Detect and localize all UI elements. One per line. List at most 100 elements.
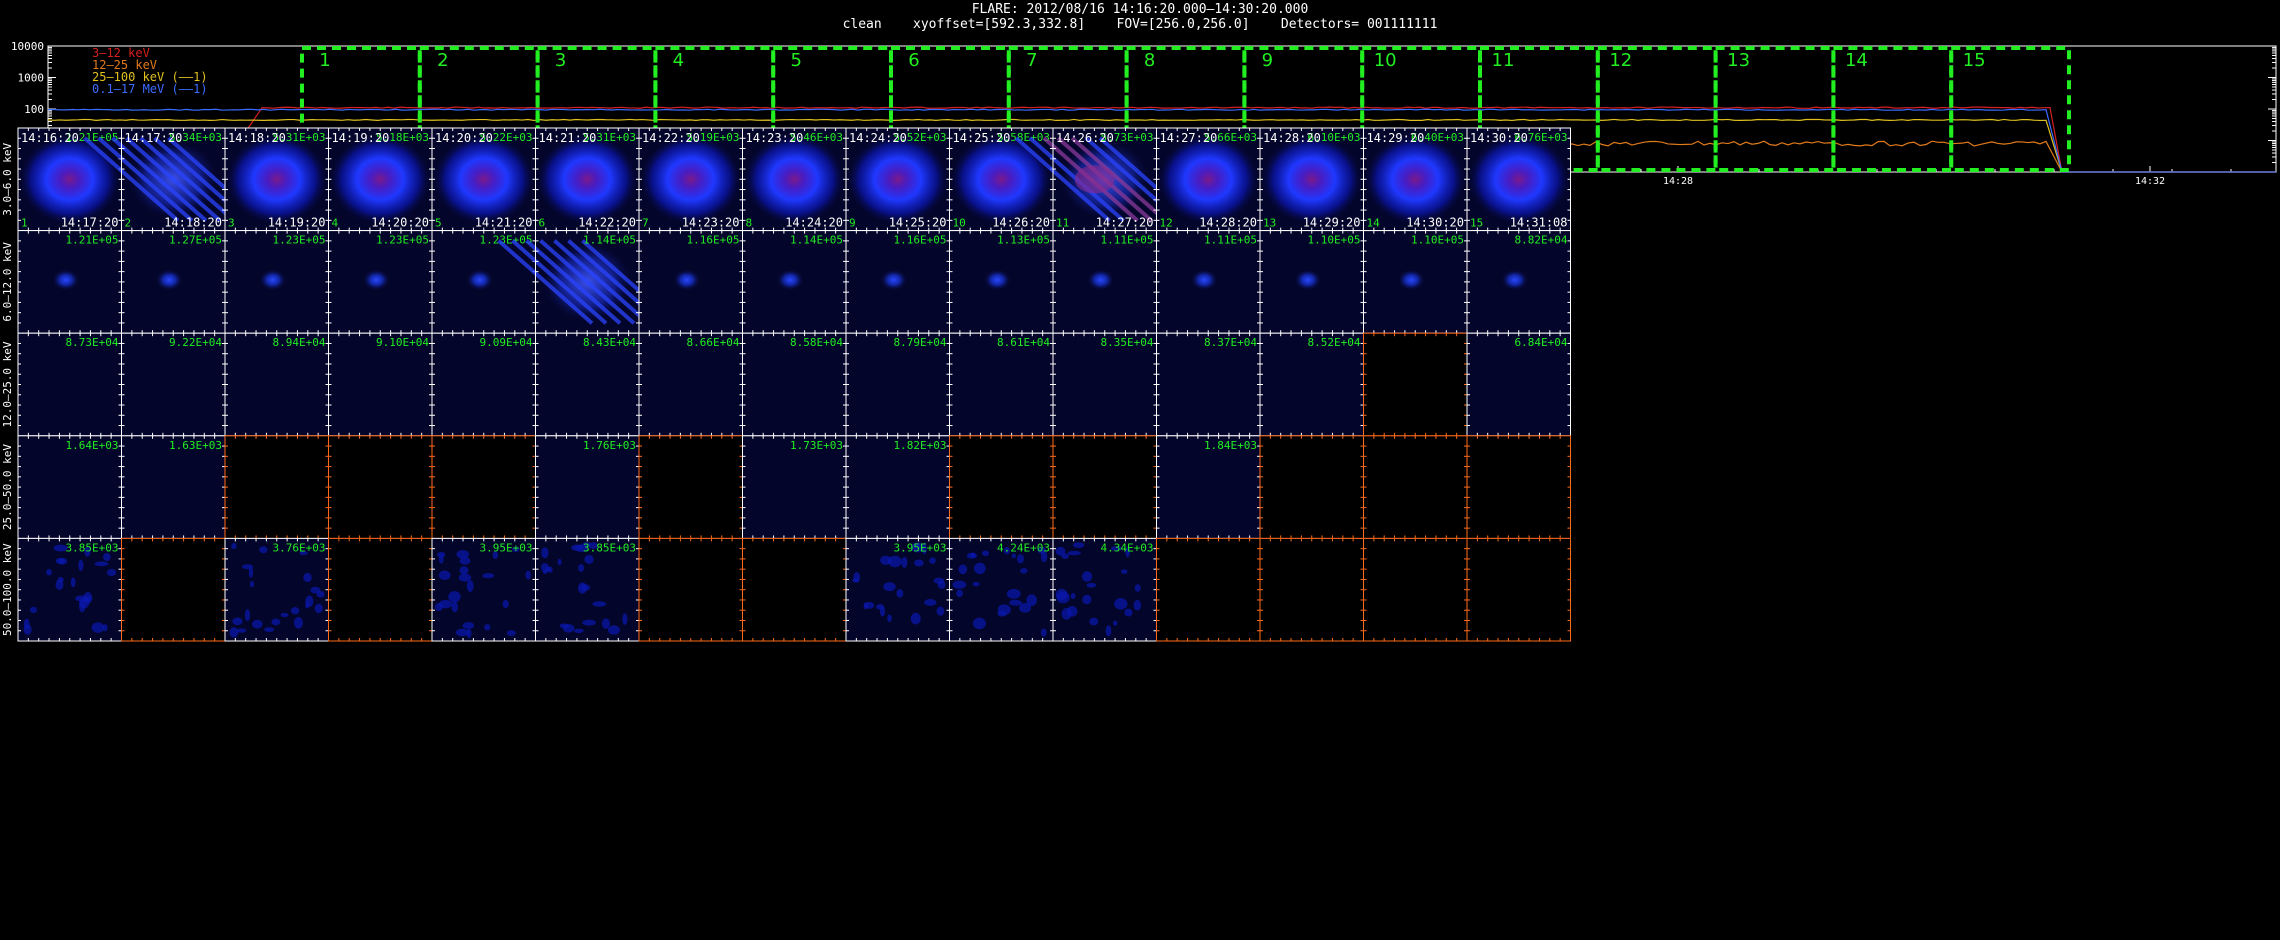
noise-speckle	[557, 558, 562, 566]
peak-value: 8.79E+04	[894, 336, 947, 349]
peak-value: 1.13E+05	[997, 234, 1050, 247]
noise-speckle	[229, 627, 239, 638]
noise-speckle	[601, 618, 610, 629]
peak-value: 1.16E+05	[894, 234, 947, 247]
noise-speckle	[607, 625, 620, 635]
peak-value: 1.64E+03	[66, 439, 119, 452]
interval-start-time: 14:21:20	[539, 131, 597, 145]
image-cell	[949, 435, 1054, 539]
image-cell	[1466, 435, 1571, 539]
source-emission	[155, 268, 184, 291]
peak-value: 9.22E+04	[169, 336, 222, 349]
image-cell	[1259, 537, 1364, 642]
noise-speckle	[973, 562, 986, 575]
interval-end-time: 14:20:20	[371, 216, 429, 230]
peak-value: 1.21E+05	[66, 234, 119, 247]
peak-value: 8.37E+04	[1204, 336, 1257, 349]
energy-band-label: 6.0–12.0 keV	[1, 242, 14, 322]
image-background	[1260, 538, 1364, 641]
noise-speckle	[290, 607, 300, 615]
noise-speckle	[1114, 597, 1128, 610]
interval-start-time: 14:28:20	[1263, 131, 1321, 145]
interval-index: 8	[746, 217, 753, 230]
energy-band-label: 50.0–100.0 keV	[1, 543, 14, 636]
noise-speckle	[1124, 608, 1133, 617]
source-emission	[742, 133, 846, 226]
source-emission	[1397, 268, 1426, 291]
noise-speckle	[852, 578, 860, 583]
peak-value: 1.84E+03	[1204, 439, 1257, 452]
image-cell	[1466, 537, 1571, 642]
noise-speckle	[1133, 599, 1142, 611]
interval-index: 1	[21, 217, 28, 230]
noise-speckle	[1061, 553, 1069, 559]
noise-speckle	[1070, 593, 1076, 600]
source-emission	[1293, 268, 1322, 291]
noise-speckle	[970, 552, 976, 558]
interval-index: 14	[1367, 217, 1381, 230]
peak-value: 8.58E+04	[790, 336, 843, 349]
image-cell	[431, 435, 536, 539]
peak-value: 1.63E+03	[169, 439, 222, 452]
noise-speckle	[280, 612, 289, 618]
image-background	[1156, 538, 1260, 641]
source-emission	[1260, 133, 1364, 226]
peak-value: 4.24E+03	[997, 541, 1050, 554]
interval-index: 6	[539, 217, 546, 230]
noise-speckle	[910, 612, 921, 625]
image-cell	[1052, 435, 1157, 539]
noise-speckle	[525, 570, 531, 580]
noise-speckle	[248, 567, 254, 578]
image-cell	[1259, 435, 1364, 539]
interval-index: 9	[849, 217, 856, 230]
noise-speckle	[506, 630, 516, 637]
interval-start-time: 14:24:20	[849, 131, 907, 145]
noise-speckle	[1134, 584, 1141, 592]
peak-value: 1.73E+03	[790, 439, 843, 452]
peak-value: 8.66E+04	[687, 336, 740, 349]
source-emission	[672, 268, 701, 291]
noise-speckle	[1112, 620, 1118, 626]
noise-speckle	[888, 555, 902, 568]
noise-speckle	[1009, 599, 1023, 606]
image-cell	[224, 435, 329, 539]
noise-speckle	[259, 546, 268, 554]
noise-speckle	[883, 582, 896, 592]
interval-start-time: 14:26:20	[1056, 131, 1114, 145]
image-background	[1467, 435, 1571, 539]
noise-speckle	[46, 568, 52, 576]
interval-start-time: 14:16:20	[21, 131, 79, 145]
image-background	[1053, 435, 1157, 539]
noise-speckle	[901, 556, 908, 568]
interval-index: 10	[953, 217, 966, 230]
noise-speckle	[1105, 625, 1112, 637]
noise-speckle	[997, 610, 1007, 617]
image-background	[225, 435, 329, 539]
noise-speckle	[264, 627, 275, 633]
peak-value: 3.95E+03	[894, 541, 947, 554]
image-cell	[328, 435, 433, 539]
noise-speckle	[314, 603, 323, 614]
interval-end-time: 14:30:20	[1406, 216, 1464, 230]
noise-speckle	[57, 576, 64, 583]
interval-end-time: 14:17:20	[61, 216, 119, 230]
interval-index: 12	[1160, 217, 1173, 230]
noise-speckle	[582, 619, 596, 626]
noise-speckle	[1040, 628, 1047, 637]
peak-value: 4.34E+03	[1101, 541, 1154, 554]
interval-end-time: 14:21:20	[475, 216, 533, 230]
noise-speckle	[305, 601, 310, 609]
interval-start-time: 14:27:20	[1160, 131, 1218, 145]
image-background	[1363, 538, 1467, 641]
noise-speckle	[924, 599, 937, 606]
source-core	[1074, 165, 1115, 194]
peak-value: 9.09E+04	[480, 336, 533, 349]
peak-value: 1.23E+05	[376, 234, 429, 247]
interval-end-time: 14:24:20	[785, 216, 843, 230]
energy-band-label: 25.0–50.0 keV	[1, 444, 14, 530]
noise-speckle	[232, 617, 243, 626]
interval-start-time: 14:18:20	[228, 131, 286, 145]
peak-value: 8.94E+04	[273, 336, 326, 349]
noise-speckle	[462, 622, 475, 630]
interval-start-time: 14:22:20	[642, 131, 700, 145]
